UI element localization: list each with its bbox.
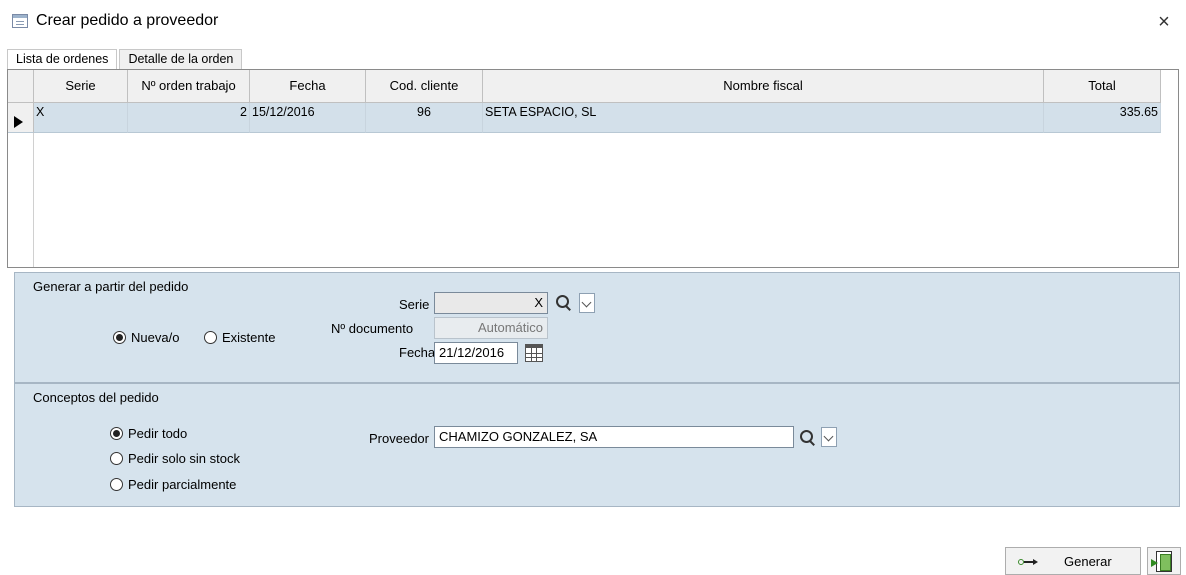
calendar-icon[interactable] (525, 344, 543, 362)
cell-total[interactable]: 335.65 (1044, 103, 1161, 133)
documento-label: Nº documento (331, 321, 414, 336)
fecha-field[interactable]: 21/12/2016 (434, 342, 518, 364)
radio-nueva-label: Nueva/o (131, 330, 180, 345)
serie-label: Serie (399, 297, 430, 312)
radio-pedir-sin-stock-label: Pedir solo sin stock (128, 451, 240, 466)
generar-button[interactable]: Generar (1005, 547, 1141, 575)
serie-search-icon[interactable] (555, 294, 573, 312)
close-button[interactable]: × (1150, 8, 1178, 36)
conceptos-panel: Conceptos del pedido Pedir todo Pedir so… (14, 383, 1180, 507)
radio-existente-indicator (204, 331, 217, 344)
window-title: Crear pedido a proveedor (36, 12, 219, 29)
header-indicator (8, 70, 34, 103)
radio-pedir-parcialmente-indicator (110, 478, 123, 491)
radio-nueva-indicator (113, 331, 126, 344)
column-header-serie[interactable]: Serie (34, 70, 128, 103)
title-bar: Crear pedido a proveedor × (0, 0, 1186, 42)
cell-fecha[interactable]: 15/12/2016 (250, 103, 366, 133)
generar-button-label: Generar (1064, 554, 1112, 569)
column-header-fecha[interactable]: Fecha (250, 70, 366, 103)
generate-arrow-icon (1018, 559, 1038, 565)
radio-pedir-sin-stock[interactable]: Pedir solo sin stock (110, 451, 240, 466)
radio-pedir-sin-stock-indicator (110, 452, 123, 465)
window-icon (12, 14, 28, 28)
proveedor-search-icon[interactable] (799, 429, 817, 447)
grid-header: Serie Nº orden trabajo Fecha Cod. client… (8, 70, 1161, 103)
documento-field: Automático (434, 317, 548, 339)
radio-pedir-todo-indicator (110, 427, 123, 440)
generar-panel-title: Generar a partir del pedido (33, 279, 189, 294)
proveedor-dropdown-icon[interactable] (821, 427, 837, 447)
serie-field[interactable]: X (434, 292, 548, 314)
tab-lista-de-ordenes[interactable]: Lista de ordenes (7, 49, 118, 70)
radio-pedir-todo-label: Pedir todo (128, 426, 188, 441)
column-header-nombre-fiscal[interactable]: Nombre fiscal (483, 70, 1044, 103)
proveedor-label: Proveedor (369, 431, 429, 446)
exit-door-icon (1151, 551, 1172, 572)
proveedor-field[interactable]: CHAMIZO GONZALEZ, SA (434, 426, 794, 448)
column-header-orden[interactable]: Nº orden trabajo (128, 70, 250, 103)
conceptos-panel-title: Conceptos del pedido (33, 390, 159, 405)
radio-pedir-parcialmente-label: Pedir parcialmente (128, 477, 237, 492)
cell-orden[interactable]: 2 (128, 103, 250, 133)
column-header-total[interactable]: Total (1044, 70, 1161, 103)
current-row-arrow-icon (14, 116, 23, 128)
tab-detalle-de-la-orden[interactable]: Detalle de la orden (119, 49, 243, 69)
grid-indicator-column (8, 133, 34, 267)
orders-grid[interactable]: Serie Nº orden trabajo Fecha Cod. client… (7, 69, 1179, 268)
tab-strip: Lista de ordenes Detalle de la orden (7, 49, 244, 70)
table-row[interactable]: X 2 15/12/2016 96 SETA ESPACIO, SL 335.6… (8, 103, 1161, 133)
radio-pedir-parcialmente[interactable]: Pedir parcialmente (110, 477, 236, 492)
row-indicator (8, 103, 34, 133)
radio-nueva[interactable]: Nueva/o (113, 330, 179, 345)
cell-serie[interactable]: X (34, 103, 128, 133)
cell-cod-cliente[interactable]: 96 (366, 103, 483, 133)
cell-nombre-fiscal[interactable]: SETA ESPACIO, SL (483, 103, 1044, 133)
generar-panel: Generar a partir del pedido Nueva/o Exis… (14, 272, 1180, 383)
exit-button[interactable] (1147, 547, 1181, 575)
radio-pedir-todo[interactable]: Pedir todo (110, 426, 187, 441)
serie-dropdown-icon[interactable] (579, 293, 595, 313)
column-header-cod-cliente[interactable]: Cod. cliente (366, 70, 483, 103)
fecha-label: Fecha (399, 345, 436, 360)
radio-existente-label: Existente (222, 330, 276, 345)
radio-existente[interactable]: Existente (204, 330, 275, 345)
